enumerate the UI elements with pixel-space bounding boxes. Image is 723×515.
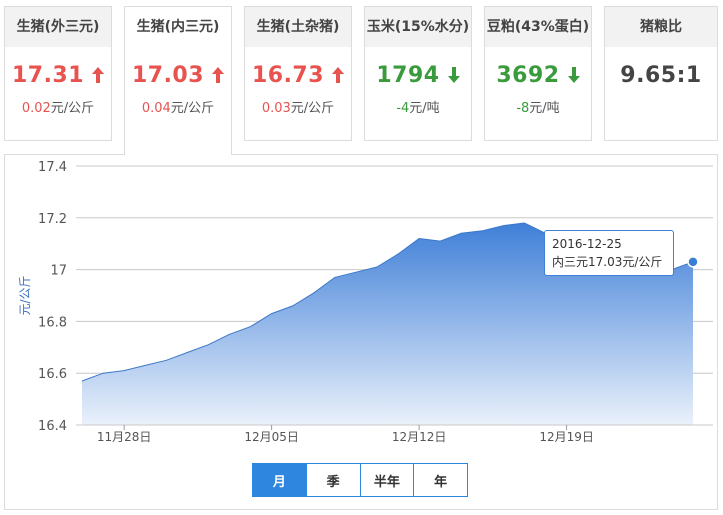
price-cards: 生猪(外三元) 17.31 0.02元/公斤 生猪(内三元) 17.03 0.0… [0, 0, 723, 155]
card-price: 17.31 [5, 63, 111, 89]
card-price: 1794 [365, 63, 471, 89]
x-tick-label: 11月28日 [97, 430, 152, 444]
tooltip-date: 2016-12-25 [552, 237, 622, 251]
y-axis-label: 元/公斤 [18, 275, 32, 315]
period-tab-month[interactable]: 月 [253, 464, 306, 496]
chart-tooltip: 2016-12-25 内三元17.03元/公斤 [544, 230, 674, 276]
card-pig-outer-ternary[interactable]: 生猪(外三元) 17.31 0.02元/公斤 [4, 6, 112, 141]
x-tick-label: 12月12日 [392, 430, 447, 444]
arrow-up-icon [332, 64, 345, 89]
hover-point [687, 256, 699, 268]
period-tab-year[interactable]: 年 [413, 464, 467, 496]
card-title: 玉米(15%水分) [365, 7, 471, 47]
tooltip-value: 内三元17.03元/公斤 [552, 255, 663, 269]
period-selector: 月 季 半年 年 [252, 463, 468, 497]
y-tick-label: 16.6 [38, 367, 67, 382]
y-tick-label: 16.8 [38, 315, 67, 330]
card-pig-local-mixed[interactable]: 生猪(土杂猪) 16.73 0.03元/公斤 [244, 6, 352, 141]
period-tab-quarter[interactable]: 季 [305, 464, 360, 496]
arrow-up-icon [92, 64, 105, 89]
y-tick-label: 16.4 [38, 419, 67, 434]
price-area-chart: 17.4 17.2 17 16.8 16.6 16.4 11月28日 12月05日 12月12日… [18, 160, 713, 444]
card-corn[interactable]: 玉米(15%水分) 1794 -4元/吨 [364, 6, 472, 141]
card-change: 0.03元/公斤 [261, 100, 335, 116]
card-change: -4元/吨 [396, 100, 440, 116]
arrow-up-icon [212, 64, 225, 89]
arrow-down-icon [567, 64, 580, 89]
card-title: 生猪(外三元) [5, 7, 111, 47]
card-soybean-meal[interactable]: 豆粕(43%蛋白) 3692 -8元/吨 [484, 6, 592, 141]
x-tick-label: 12月19日 [539, 430, 594, 444]
card-change: 0.02元/公斤 [21, 100, 95, 116]
period-tab-half-year[interactable]: 半年 [359, 464, 414, 496]
card-title: 猪粮比 [605, 7, 717, 47]
price-chart-panel: 17.4 17.2 17 16.8 16.6 16.4 11月28日 12月05日 12月12日… [4, 154, 718, 510]
card-title: 生猪(内三元) [125, 7, 231, 47]
card-pig-inner-ternary[interactable]: 生猪(内三元) 17.03 0.04元/公斤 [124, 6, 232, 155]
arrow-down-icon [447, 64, 460, 89]
card-price: 3692 [485, 63, 591, 89]
y-tick-label: 17.2 [38, 212, 67, 227]
x-tick-label: 12月05日 [244, 430, 299, 444]
card-change: 0.04元/公斤 [141, 100, 215, 116]
card-title: 生猪(土杂猪) [245, 7, 351, 47]
card-pig-grain-ratio[interactable]: 猪粮比 9.65:1 [604, 6, 718, 141]
y-tick-label: 17.4 [38, 160, 67, 175]
card-price: 16.73 [245, 63, 351, 89]
card-price: 17.03 [125, 63, 231, 89]
card-price: 9.65:1 [620, 63, 702, 88]
card-title: 豆粕(43%蛋白) [485, 7, 591, 47]
card-change: -8元/吨 [516, 100, 560, 116]
y-tick-label: 17 [50, 264, 67, 279]
